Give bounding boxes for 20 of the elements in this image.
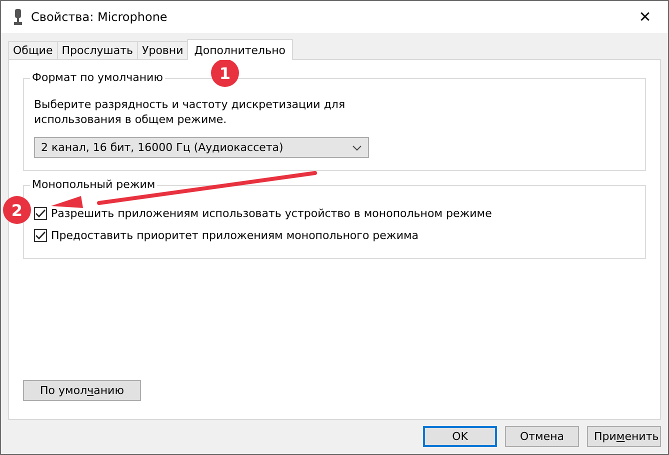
tab[interactable]: Уровни	[137, 41, 188, 59]
tab[interactable]: Дополнительно	[187, 39, 292, 60]
tab[interactable]: Прослушать	[56, 41, 138, 59]
checkbox[interactable]	[34, 206, 47, 220]
close-button[interactable]: ✕	[622, 1, 668, 33]
group-title: Формат по умолчанию	[30, 71, 165, 84]
format-dropdown[interactable]: 2 канал, 16 бит, 16000 Гц (Аудиокассета)	[34, 137, 369, 158]
window-title: Свойства: Microphone	[31, 10, 168, 24]
dialog-button[interactable]: Применить	[587, 426, 661, 447]
checkbox-option[interactable]: Предоставить приоритет приложениям монопольного режима	[34, 224, 635, 246]
dialog-button[interactable]: OK	[423, 426, 497, 447]
dialog-button[interactable]: Отмена	[505, 426, 579, 447]
tab[interactable]: Общие	[8, 41, 58, 59]
restore-defaults-button[interactable]: По умолчанию	[23, 380, 141, 401]
checkbox-option[interactable]: Разрешить приложениям использовать устройство в монопольном режиме	[34, 202, 635, 224]
checkbox[interactable]	[34, 228, 47, 242]
chevron-down-icon	[352, 144, 362, 150]
group-title: Монопольный режим	[30, 178, 158, 191]
description-text: Выберите разрядность и частоту дискретизации для использования в общем режиме.	[34, 97, 346, 127]
microphone-icon	[13, 9, 23, 25]
